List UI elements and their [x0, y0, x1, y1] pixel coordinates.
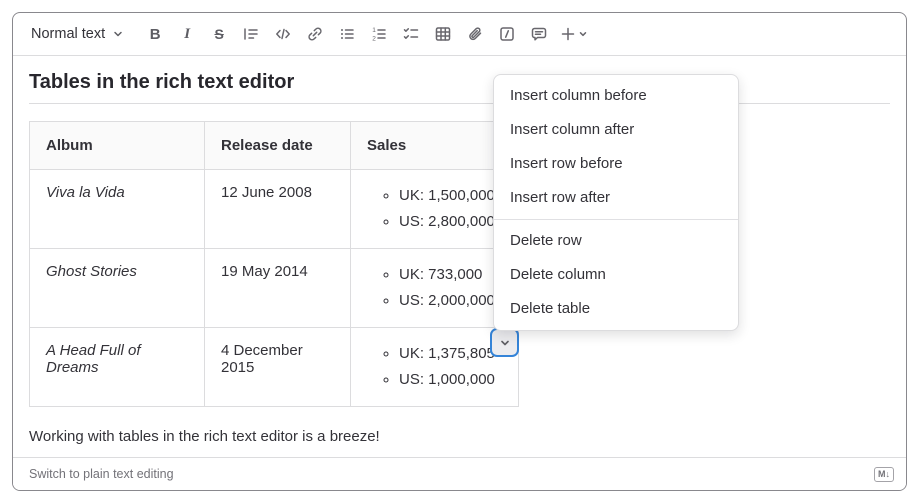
menu-item-insert-column-after[interactable]: Insert column after [494, 113, 738, 147]
strikethrough-button[interactable]: S [204, 19, 234, 49]
sales-list: UK: 1,375,805 US: 1,000,000 [351, 341, 510, 393]
column-header-release-date[interactable]: Release date [205, 122, 351, 170]
table-row: Viva la Vida 12 June 2008 UK: 1,500,000 … [30, 170, 519, 249]
sales-item: US: 1,000,000 [399, 367, 510, 393]
blockquote-button[interactable] [236, 19, 266, 49]
editor-footer: Switch to plain text editing M↓ [13, 457, 906, 490]
editor-toolbar: Normal text B I S 12 [13, 13, 906, 56]
chevron-down-icon [112, 28, 124, 40]
cell-album[interactable]: Viva la Vida [30, 170, 205, 249]
comment-icon [530, 25, 548, 43]
chevron-down-icon [578, 29, 588, 39]
cell-release-date[interactable]: 12 June 2008 [205, 170, 351, 249]
sales-list: UK: 733,000 US: 2,000,000 [351, 262, 510, 314]
menu-item-insert-row-after[interactable]: Insert row after [494, 181, 738, 215]
task-list-icon [402, 25, 420, 43]
chevron-down-icon [499, 337, 511, 349]
paperclip-icon [466, 25, 484, 43]
menu-item-delete-column[interactable]: Delete column [494, 258, 738, 292]
editor-content[interactable]: Tables in the rich text editor Album Rel… [13, 70, 906, 447]
italic-button[interactable]: I [172, 19, 202, 49]
code-button[interactable] [268, 19, 298, 49]
cell-release-date[interactable]: 19 May 2014 [205, 249, 351, 328]
italic-icon: I [184, 26, 190, 43]
bold-icon: B [150, 26, 161, 43]
strikethrough-icon: S [214, 26, 223, 42]
menu-item-insert-row-before[interactable]: Insert row before [494, 147, 738, 181]
table-actions-button[interactable] [490, 328, 519, 357]
text-style-dropdown[interactable]: Normal text [29, 22, 126, 46]
markdown-icon: M↓ [874, 467, 894, 482]
text-style-label: Normal text [31, 26, 105, 42]
blockquote-icon [242, 25, 260, 43]
body-paragraph[interactable]: Working with tables in the rich text edi… [29, 427, 890, 447]
more-options-button[interactable] [556, 19, 592, 49]
albums-table: Album Release date Sales Viva la Vida 12… [29, 121, 519, 407]
table-icon [434, 25, 452, 43]
rich-text-editor: Normal text B I S 12 [12, 12, 907, 491]
menu-divider [494, 219, 738, 220]
table-row: A Head Full of Dreams 4 December 2015 UK… [30, 328, 519, 407]
cell-album[interactable]: A Head Full of Dreams [30, 328, 205, 407]
attachment-button[interactable] [460, 19, 490, 49]
svg-text:2: 2 [372, 36, 376, 43]
link-button[interactable] [300, 19, 330, 49]
table-actions-menu: Insert column before Insert column after… [493, 74, 739, 331]
menu-item-insert-column-before[interactable]: Insert column before [494, 79, 738, 113]
sales-list: UK: 1,500,000 US: 2,800,000 [351, 183, 510, 235]
horizontal-rule [29, 103, 890, 104]
cell-album[interactable]: Ghost Stories [30, 249, 205, 328]
code-icon [274, 25, 292, 43]
switch-to-plain-text-button[interactable]: Switch to plain text editing [29, 467, 174, 481]
page-title: Tables in the rich text editor [29, 70, 890, 94]
task-list-button[interactable] [396, 19, 426, 49]
comment-button[interactable] [524, 19, 554, 49]
bullet-list-button[interactable] [332, 19, 362, 49]
bold-button[interactable]: B [140, 19, 170, 49]
menu-item-delete-row[interactable]: Delete row [494, 224, 738, 258]
link-icon [306, 25, 324, 43]
slash-command-icon [498, 25, 516, 43]
ordered-list-icon: 12 [370, 25, 388, 43]
table-header-row: Album Release date Sales [30, 122, 519, 170]
bullet-list-icon [338, 25, 356, 43]
table-row: Ghost Stories 19 May 2014 UK: 733,000 US… [30, 249, 519, 328]
plus-icon [560, 26, 576, 42]
ordered-list-button[interactable]: 12 [364, 19, 394, 49]
cell-release-date[interactable]: 4 December 2015 [205, 328, 351, 407]
column-header-album[interactable]: Album [30, 122, 205, 170]
menu-item-delete-table[interactable]: Delete table [494, 292, 738, 326]
table-button[interactable] [428, 19, 458, 49]
svg-text:1: 1 [372, 27, 376, 34]
slash-command-button[interactable] [492, 19, 522, 49]
